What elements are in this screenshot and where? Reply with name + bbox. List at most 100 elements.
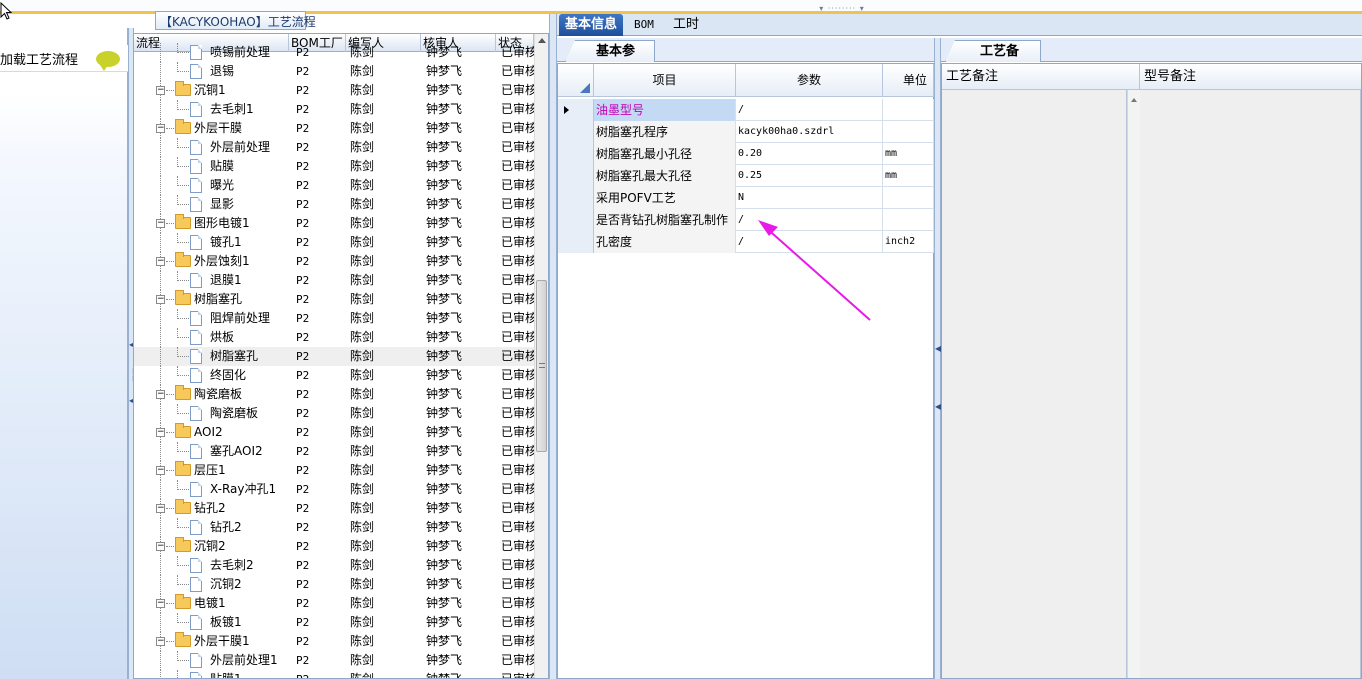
tree-row[interactable]: − 图形电镀1 P2 陈剑 钟梦飞 已审核	[134, 214, 534, 233]
param-value-cell[interactable]: kacyk00ha0.szdrl	[736, 121, 883, 143]
row-header[interactable]	[558, 209, 594, 231]
params-grid[interactable]: 项目 参数 单位 油墨型号 / 树脂塞孔程序 kacyk00ha0.szdrl 树脂塞孔…	[557, 63, 934, 679]
col-value[interactable]: 参数	[736, 64, 883, 97]
tree-row[interactable]: − 外层干膜 P2 陈剑 钟梦飞 已审核	[134, 119, 534, 138]
writer-cell: 陈剑	[350, 349, 375, 363]
tree-row[interactable]: 板镀1 P2 陈剑 钟梦飞 已审核	[134, 613, 534, 632]
param-item-cell[interactable]: 树脂塞孔程序	[594, 121, 736, 143]
tree-row[interactable]: − 外层干膜1 P2 陈剑 钟梦飞 已审核	[134, 632, 534, 651]
process-notes-field[interactable]	[942, 90, 1127, 678]
param-item-cell[interactable]: 孔密度	[594, 231, 736, 253]
row-header[interactable]	[558, 231, 594, 253]
expander-minus-icon[interactable]: −	[156, 637, 165, 646]
tree-row[interactable]: 贴膜 P2 陈剑 钟梦飞 已审核	[134, 157, 534, 176]
expander-minus-icon[interactable]: −	[156, 257, 165, 266]
param-item-cell[interactable]: 油墨型号	[594, 99, 736, 121]
tree-row[interactable]: 钻孔2 P2 陈剑 钟梦飞 已审核	[134, 518, 534, 537]
tree-row[interactable]: 阻焊前处理 P2 陈剑 钟梦飞 已审核	[134, 309, 534, 328]
tree-row[interactable]: 外层前处理1 P2 陈剑 钟梦飞 已审核	[134, 651, 534, 670]
tree-row[interactable]: − 电镀1 P2 陈剑 钟梦飞 已审核	[134, 594, 534, 613]
tree-node-label: 终固化	[210, 368, 247, 382]
param-unit-cell[interactable]	[883, 209, 934, 231]
param-item-cell[interactable]: 树脂塞孔最小孔径	[594, 143, 736, 165]
splitter-grip-icon[interactable]: ▾ ········ ▾	[812, 5, 872, 13]
tree-row[interactable]: 镀孔1 P2 陈剑 钟梦飞 已审核	[134, 233, 534, 252]
param-item-cell[interactable]: 采用POFV工艺	[594, 187, 736, 209]
model-notes-field[interactable]	[1140, 90, 1361, 678]
tree-row[interactable]: 去毛刺2 P2 陈剑 钟梦飞 已审核	[134, 556, 534, 575]
tree-row[interactable]: − 层压1 P2 陈剑 钟梦飞 已审核	[134, 461, 534, 480]
tree-row[interactable]: 显影 P2 陈剑 钟梦飞 已审核	[134, 195, 534, 214]
col-unit[interactable]: 单位	[883, 64, 934, 97]
tree-row[interactable]: 塞孔AOI2 P2 陈剑 钟梦飞 已审核	[134, 442, 534, 461]
param-unit-cell[interactable]	[883, 99, 934, 121]
param-value-cell[interactable]: /	[736, 99, 883, 121]
tree-row[interactable]: 沉铜2 P2 陈剑 钟梦飞 已审核	[134, 575, 534, 594]
param-unit-cell[interactable]: inch2	[883, 231, 934, 253]
tree-row[interactable]: 终固化 P2 陈剑 钟梦飞 已审核	[134, 366, 534, 385]
tree-row[interactable]: 退膜1 P2 陈剑 钟梦飞 已审核	[134, 271, 534, 290]
tree-row[interactable]: 陶瓷磨板 P2 陈剑 钟梦飞 已审核	[134, 404, 534, 423]
tree-row[interactable]: − 钻孔2 P2 陈剑 钟梦飞 已审核	[134, 499, 534, 518]
tree-row[interactable]: 退锡 P2 陈剑 钟梦飞 已审核	[134, 62, 534, 81]
tree-row[interactable]: − AOI2 P2 陈剑 钟梦飞 已审核	[134, 423, 534, 442]
tree-row[interactable]: X-Ray冲孔1 P2 陈剑 钟梦飞 已审核	[134, 480, 534, 499]
right-splitter[interactable]: ◀ ◀	[934, 38, 941, 679]
expander-minus-icon[interactable]: −	[156, 124, 165, 133]
row-header[interactable]	[558, 121, 594, 143]
expander-minus-icon[interactable]: −	[156, 428, 165, 437]
tree-row[interactable]: − 陶瓷磨板 P2 陈剑 钟梦飞 已审核	[134, 385, 534, 404]
tab-basic-info[interactable]: 基本信息	[559, 14, 624, 36]
reviewer-cell: 钟梦飞	[426, 634, 463, 648]
tree-row[interactable]: − 外层蚀刻1 P2 陈剑 钟梦飞 已审核	[134, 252, 534, 271]
tree-row[interactable]: 烘板 P2 陈剑 钟梦飞 已审核	[134, 328, 534, 347]
expander-minus-icon[interactable]: −	[156, 599, 165, 608]
params-row[interactable]: 树脂塞孔程序 kacyk00ha0.szdrl	[558, 121, 934, 143]
expander-minus-icon[interactable]: −	[156, 466, 165, 475]
tree-row[interactable]: − 沉铜2 P2 陈剑 钟梦飞 已审核	[134, 537, 534, 556]
tree-row[interactable]: 贴膜1 P2 陈剑 钟梦飞 已审核	[134, 670, 534, 678]
row-header[interactable]	[558, 187, 594, 209]
row-header[interactable]	[558, 143, 594, 165]
tab-bom[interactable]: BOM	[628, 14, 660, 36]
params-row[interactable]: 树脂塞孔最大孔径 0.25 mm	[558, 165, 934, 187]
expander-minus-icon[interactable]: −	[156, 219, 165, 228]
middle-splitter[interactable]	[549, 14, 557, 679]
params-row[interactable]: 油墨型号 /	[558, 99, 934, 121]
current-row-arrow-icon[interactable]	[558, 99, 594, 121]
expander-minus-icon[interactable]: −	[156, 86, 165, 95]
grid-corner-icon[interactable]	[558, 64, 594, 97]
expander-minus-icon[interactable]: −	[156, 295, 165, 304]
tab-work-hours[interactable]: 工时	[667, 14, 705, 36]
expander-minus-icon[interactable]: −	[156, 390, 165, 399]
row-header[interactable]	[558, 165, 594, 187]
param-unit-cell[interactable]	[883, 121, 934, 143]
expander-minus-icon[interactable]: −	[156, 504, 165, 513]
param-unit-cell[interactable]	[883, 187, 934, 209]
param-unit-cell[interactable]: mm	[883, 143, 934, 165]
param-item-cell[interactable]: 是否背钻孔树脂塞孔制作	[594, 209, 736, 231]
process-tree-grid[interactable]: 流程 BOM工厂 编写人 核审人 状态 喷锡前处理 P2 陈剑 钟梦飞 已审核 退锡 P2 陈…	[133, 33, 549, 679]
reviewer-cell: 钟梦飞	[426, 539, 463, 553]
tree-row[interactable]: 去毛刺1 P2 陈剑 钟梦飞 已审核	[134, 100, 534, 119]
tree-row[interactable]: − 沉铜1 P2 陈剑 钟梦飞 已审核	[134, 81, 534, 100]
tab-basic-params[interactable]: 基本参数	[565, 40, 655, 62]
scroll-thumb[interactable]	[536, 280, 547, 452]
writer-cell: 陈剑	[350, 273, 375, 287]
tree-row[interactable]: 曝光 P2 陈剑 钟梦飞 已审核	[134, 176, 534, 195]
tab-process-notes[interactable]: 工艺备注	[945, 40, 1041, 62]
expander-minus-icon[interactable]: −	[156, 542, 165, 551]
param-value-cell[interactable]: 0.20	[736, 143, 883, 165]
tree-row[interactable]: − 树脂塞孔 P2 陈剑 钟梦飞 已审核	[134, 290, 534, 309]
param-value-cell[interactable]: 0.25	[736, 165, 883, 187]
scroll-up-icon[interactable]	[538, 38, 546, 43]
param-unit-cell[interactable]: mm	[883, 165, 934, 187]
tree-row[interactable]: 外层前处理 P2 陈剑 钟梦飞 已审核	[134, 138, 534, 157]
tree-row[interactable]: 树脂塞孔 P2 陈剑 钟梦飞 已审核	[134, 347, 534, 366]
notes-scrollbar[interactable]	[1127, 90, 1140, 678]
tree-scrollbar[interactable]	[534, 34, 548, 678]
tree-row[interactable]: 喷锡前处理 P2 陈剑 钟梦飞 已审核	[134, 43, 534, 62]
params-row[interactable]: 树脂塞孔最小孔径 0.20 mm	[558, 143, 934, 165]
param-item-cell[interactable]: 树脂塞孔最大孔径	[594, 165, 736, 187]
col-item[interactable]: 项目	[594, 64, 736, 97]
